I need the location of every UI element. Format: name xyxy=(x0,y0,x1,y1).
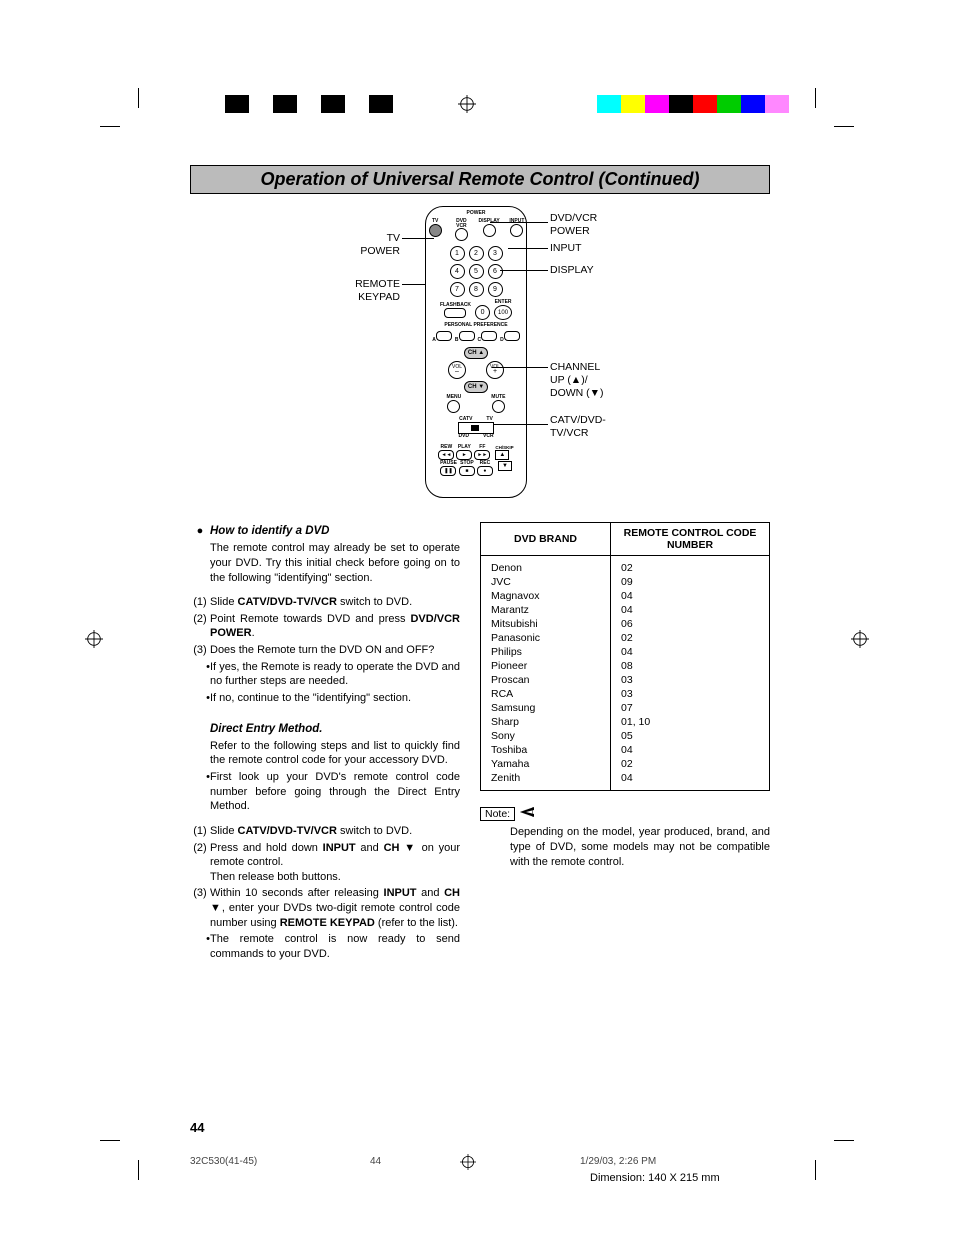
remote-control-illustration: POWER TV DVD VCR DISPLAY INPUT 123 456 7… xyxy=(425,206,527,498)
color-registration-bars xyxy=(0,95,954,113)
table-row: Zenith04 xyxy=(481,771,770,791)
page-number: 44 xyxy=(190,1120,204,1135)
dvd-codes-table: DVD BRAND REMOTE CONTROL CODE NUMBER Den… xyxy=(480,522,770,791)
side-reg-mark xyxy=(851,630,869,651)
note-block: Note: Depending on the model, year produ… xyxy=(480,791,770,870)
codes-column: DVD BRAND REMOTE CONTROL CODE NUMBER Den… xyxy=(480,522,770,962)
table-row: Sharp01, 10 xyxy=(481,715,770,729)
callout-channel: CHANNEL UP (▲)/ DOWN (▼) xyxy=(550,361,604,400)
crop-mark xyxy=(100,1140,140,1180)
table-row: Sony05 xyxy=(481,729,770,743)
table-row: Marantz04 xyxy=(481,603,770,617)
callout-tv-power: TV POWER xyxy=(340,232,400,258)
table-row: JVC09 xyxy=(481,575,770,589)
page-content: Operation of Universal Remote Control (C… xyxy=(190,165,770,962)
table-row: Yamaha02 xyxy=(481,757,770,771)
table-row: Proscan03 xyxy=(481,673,770,687)
note-text: Depending on the model, year produced, b… xyxy=(510,825,770,870)
callout-dvdvcr-power: DVD/VCR POWER xyxy=(550,212,597,238)
note-arrow-icon xyxy=(520,807,538,820)
ch-down-button: CH ▼ xyxy=(464,381,488,393)
crop-mark xyxy=(814,1140,854,1180)
table-row: Panasonic02 xyxy=(481,631,770,645)
footer-page: 44 xyxy=(370,1156,381,1167)
intro-direct-entry: Refer to the following steps and list to… xyxy=(210,739,460,768)
intro-identify: The remote control may already be set to… xyxy=(210,541,460,585)
table-row: Denon02 xyxy=(481,556,770,576)
remote-diagram: POWER TV DVD VCR DISPLAY INPUT 123 456 7… xyxy=(190,206,770,516)
table-row: RCA03 xyxy=(481,687,770,701)
table-row: Pioneer08 xyxy=(481,659,770,673)
note-label: Note: xyxy=(485,808,510,820)
callout-display: DISPLAY xyxy=(550,264,594,277)
footer-file: 32C530(41-45) xyxy=(190,1156,257,1167)
ch-up-button: CH ▲ xyxy=(464,347,488,359)
th-brand: DVD BRAND xyxy=(481,523,611,556)
table-row: Magnavox04 xyxy=(481,589,770,603)
th-code: REMOTE CONTROL CODE NUMBER xyxy=(611,523,770,556)
side-reg-mark xyxy=(85,630,103,651)
callout-input: INPUT xyxy=(550,242,582,255)
instructions-column: ●How to identify a DVD The remote contro… xyxy=(190,522,460,962)
footer-reg-mark xyxy=(460,1154,476,1173)
table-row: Mitsubishi06 xyxy=(481,617,770,631)
heading-direct-entry: Direct Entry Method. xyxy=(210,723,322,735)
table-row: Philips04 xyxy=(481,645,770,659)
label-dvdvcr: DVD VCR xyxy=(452,219,470,228)
label-power: POWER xyxy=(426,211,526,216)
callout-catv: CATV/DVD- TV/VCR xyxy=(550,414,606,440)
label-preference: PERSONAL PREFERENCE xyxy=(426,323,526,328)
footer-dimension: Dimension: 140 X 215 mm xyxy=(590,1172,720,1184)
page-title-text: Operation of Universal Remote Control (C… xyxy=(260,169,699,189)
page-title: Operation of Universal Remote Control (C… xyxy=(190,165,770,194)
table-row: Toshiba04 xyxy=(481,743,770,757)
callout-remote-keypad: REMOTE KEYPAD xyxy=(340,278,400,304)
heading-identify: How to identify a DVD xyxy=(210,525,329,537)
table-row: Samsung07 xyxy=(481,701,770,715)
footer-timestamp: 1/29/03, 2:26 PM xyxy=(580,1156,656,1167)
